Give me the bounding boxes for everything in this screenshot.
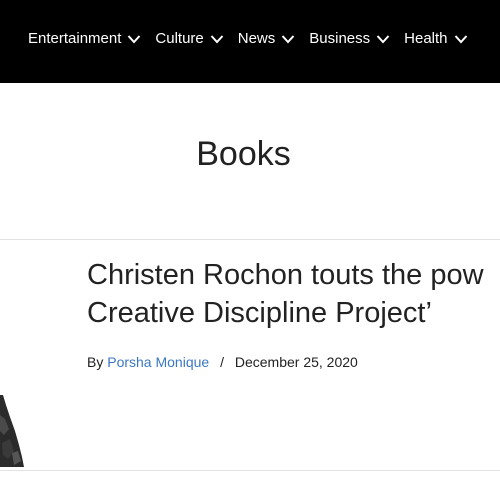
chevron-down-icon: [282, 34, 295, 43]
meta-separator: /: [220, 354, 224, 370]
archive-header: Books: [0, 83, 500, 238]
nav-item-label: Business: [309, 30, 371, 47]
author-link[interactable]: Porsha Monique: [107, 354, 209, 370]
nav-item-business[interactable]: Business: [309, 30, 390, 47]
nav-item-health[interactable]: Health: [404, 30, 467, 47]
article-thumbnail[interactable]: [0, 395, 24, 467]
article-title-line-2: Creative Discipline Project’: [87, 297, 432, 329]
article-title-line-1: Christen Rochon touts the pow: [87, 259, 484, 291]
publish-date: December 25, 2020: [234, 354, 358, 370]
byline-label: By: [87, 354, 104, 370]
nav-item-entertainment[interactable]: Entertainment: [28, 30, 141, 47]
page-title: Books: [196, 135, 291, 173]
article-title[interactable]: Christen Rochon touts the pow Creative D…: [87, 256, 500, 332]
nav-item-label: Entertainment: [28, 30, 122, 47]
top-navigation-bar: Entertainment Culture News Business Heal…: [0, 0, 500, 83]
nav-menu: Entertainment Culture News Business Heal…: [28, 30, 482, 47]
chevron-down-icon: [454, 34, 467, 43]
nav-item-news[interactable]: News: [238, 30, 296, 47]
chevron-down-icon: [376, 34, 390, 43]
page: Entertainment Culture News Business Heal…: [0, 0, 500, 500]
chevron-down-icon: [128, 34, 141, 43]
article-card: Christen Rochon touts the pow Creative D…: [0, 240, 500, 470]
divider: [0, 470, 500, 471]
nav-item-label: Culture: [155, 30, 204, 47]
article-meta: By Porsha Monique / December 25, 2020: [87, 354, 358, 370]
nav-item-label: Health: [404, 30, 448, 47]
nav-item-culture[interactable]: Culture: [155, 30, 223, 47]
nav-item-label: News: [237, 30, 276, 47]
chevron-down-icon: [210, 34, 223, 43]
